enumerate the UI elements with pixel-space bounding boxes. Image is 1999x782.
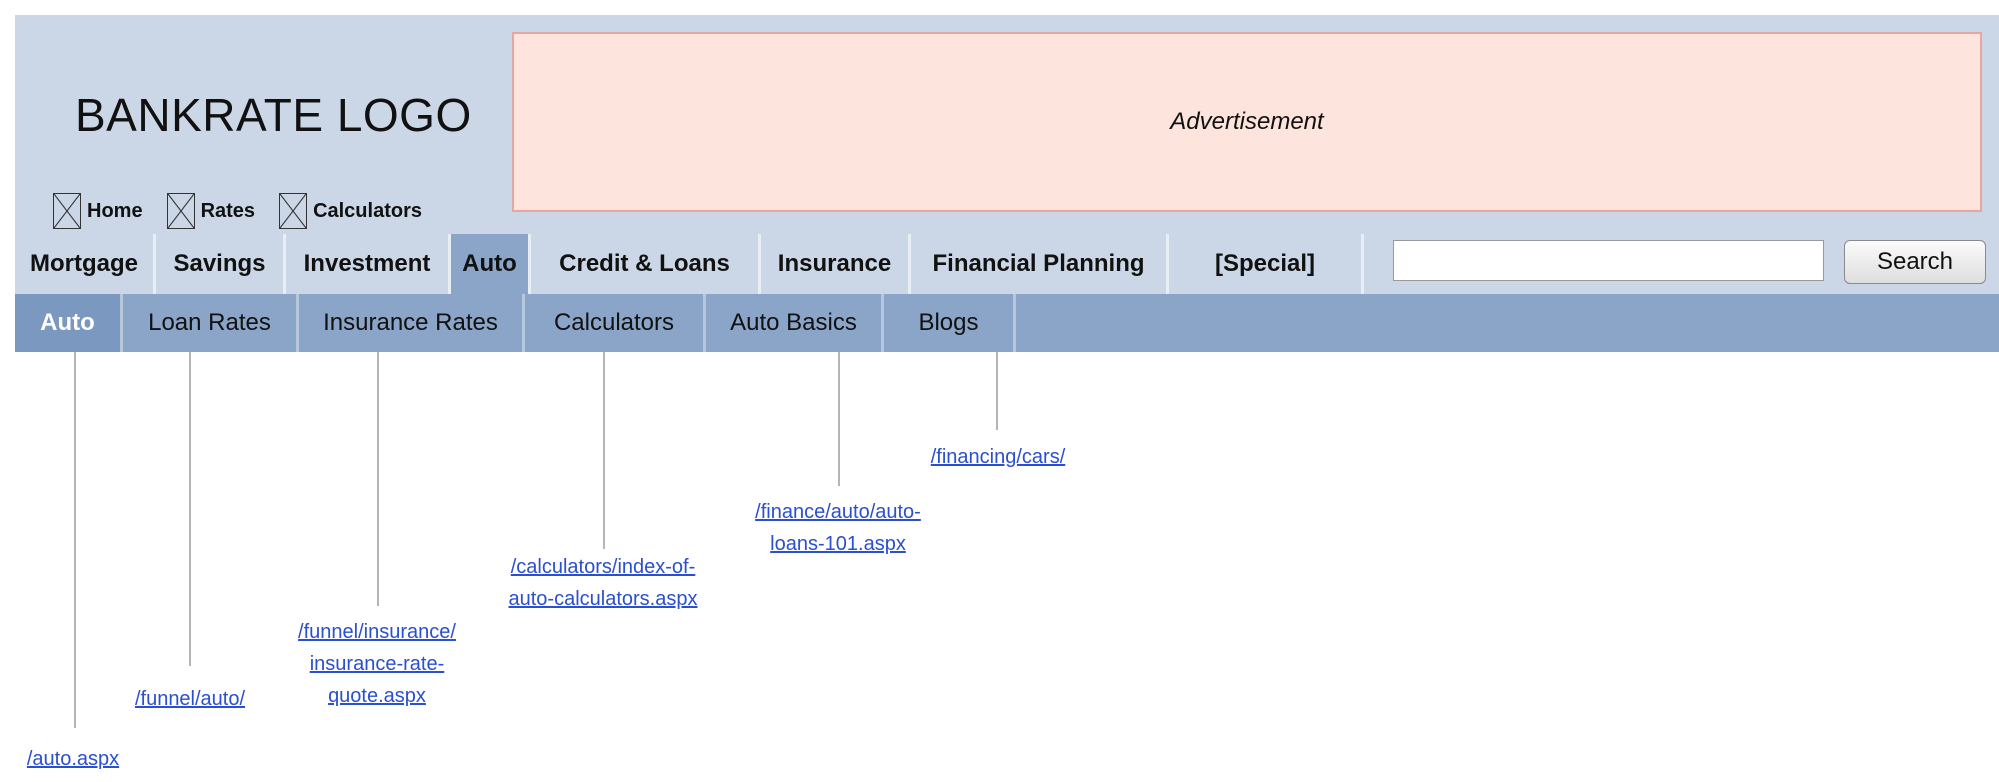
annotation-leader-line: [996, 352, 998, 430]
annotation-leader-line: [377, 352, 379, 606]
util-nav-rates[interactable]: Rates: [166, 193, 256, 229]
search-button[interactable]: Search: [1844, 240, 1986, 284]
utility-nav: Home Rates Calculators: [53, 193, 446, 229]
sub-nav-calculators[interactable]: Calculators: [525, 294, 706, 352]
broken-image-icon: [53, 193, 81, 229]
url-line: /calculators/index-of-: [510, 556, 696, 578]
annotation-leader-line: [603, 352, 605, 549]
util-nav-calculators[interactable]: Calculators: [279, 193, 422, 229]
site-logo[interactable]: BANKRATE LOGO: [75, 88, 472, 142]
main-nav-investment[interactable]: Investment: [286, 234, 451, 294]
sub-nav-loan-rates[interactable]: Loan Rates: [123, 294, 299, 352]
url-annotation-calculators[interactable]: /calculators/index-of- auto-calculators.…: [470, 551, 736, 615]
url-line: /auto.aspx: [26, 748, 120, 770]
main-nav-financial-planning[interactable]: Financial Planning: [911, 234, 1169, 294]
util-nav-label: Rates: [200, 199, 256, 222]
url-annotation-auto[interactable]: /auto.aspx: [8, 743, 138, 775]
sub-nav-insurance-rates[interactable]: Insurance Rates: [299, 294, 525, 352]
main-nav-savings[interactable]: Savings: [156, 234, 286, 294]
annotation-leader-line: [838, 352, 840, 486]
sub-nav-auto[interactable]: Auto: [15, 294, 123, 352]
annotation-leader-line: [189, 352, 191, 666]
util-nav-home[interactable]: Home: [53, 193, 143, 229]
broken-image-icon: [166, 193, 195, 229]
main-nav-auto[interactable]: Auto: [451, 234, 531, 294]
annotation-leader-line: [74, 352, 76, 728]
url-annotation-blogs[interactable]: /financing/cars/: [898, 441, 1098, 473]
sub-nav-auto-basics[interactable]: Auto Basics: [706, 294, 884, 352]
util-nav-label: Calculators: [313, 199, 422, 222]
url-line: /financing/cars/: [930, 446, 1066, 468]
sub-nav-blogs[interactable]: Blogs: [884, 294, 1016, 352]
url-line: insurance-rate-: [309, 653, 445, 675]
util-nav-label: Home: [87, 199, 143, 222]
search-input[interactable]: [1393, 240, 1824, 281]
url-line: /funnel/auto/: [134, 688, 246, 710]
advertisement-label: Advertisement: [1170, 108, 1324, 135]
url-line: auto-calculators.aspx: [508, 588, 698, 610]
main-nav-credit-loans[interactable]: Credit & Loans: [531, 234, 761, 294]
broken-image-icon: [279, 193, 308, 229]
url-annotation-loan-rates[interactable]: /funnel/auto/: [100, 683, 280, 715]
url-annotation-auto-basics[interactable]: /finance/auto/auto- loans-101.aspx: [718, 496, 958, 560]
url-line: loans-101.aspx: [770, 533, 906, 555]
url-line: quote.aspx: [328, 685, 426, 707]
url-line: /finance/auto/auto-: [755, 501, 921, 523]
url-line: /funnel/insurance/: [298, 621, 456, 643]
url-annotation-insurance-rates[interactable]: /funnel/insurance/ insurance-rate- quote…: [266, 616, 488, 712]
main-nav-mortgage[interactable]: Mortgage: [15, 234, 156, 294]
main-nav-special[interactable]: [Special]: [1169, 234, 1364, 294]
sub-nav: Auto Loan Rates Insurance Rates Calculat…: [15, 294, 1999, 352]
main-nav-insurance[interactable]: Insurance: [761, 234, 911, 294]
advertisement-banner[interactable]: Advertisement: [512, 32, 1982, 212]
